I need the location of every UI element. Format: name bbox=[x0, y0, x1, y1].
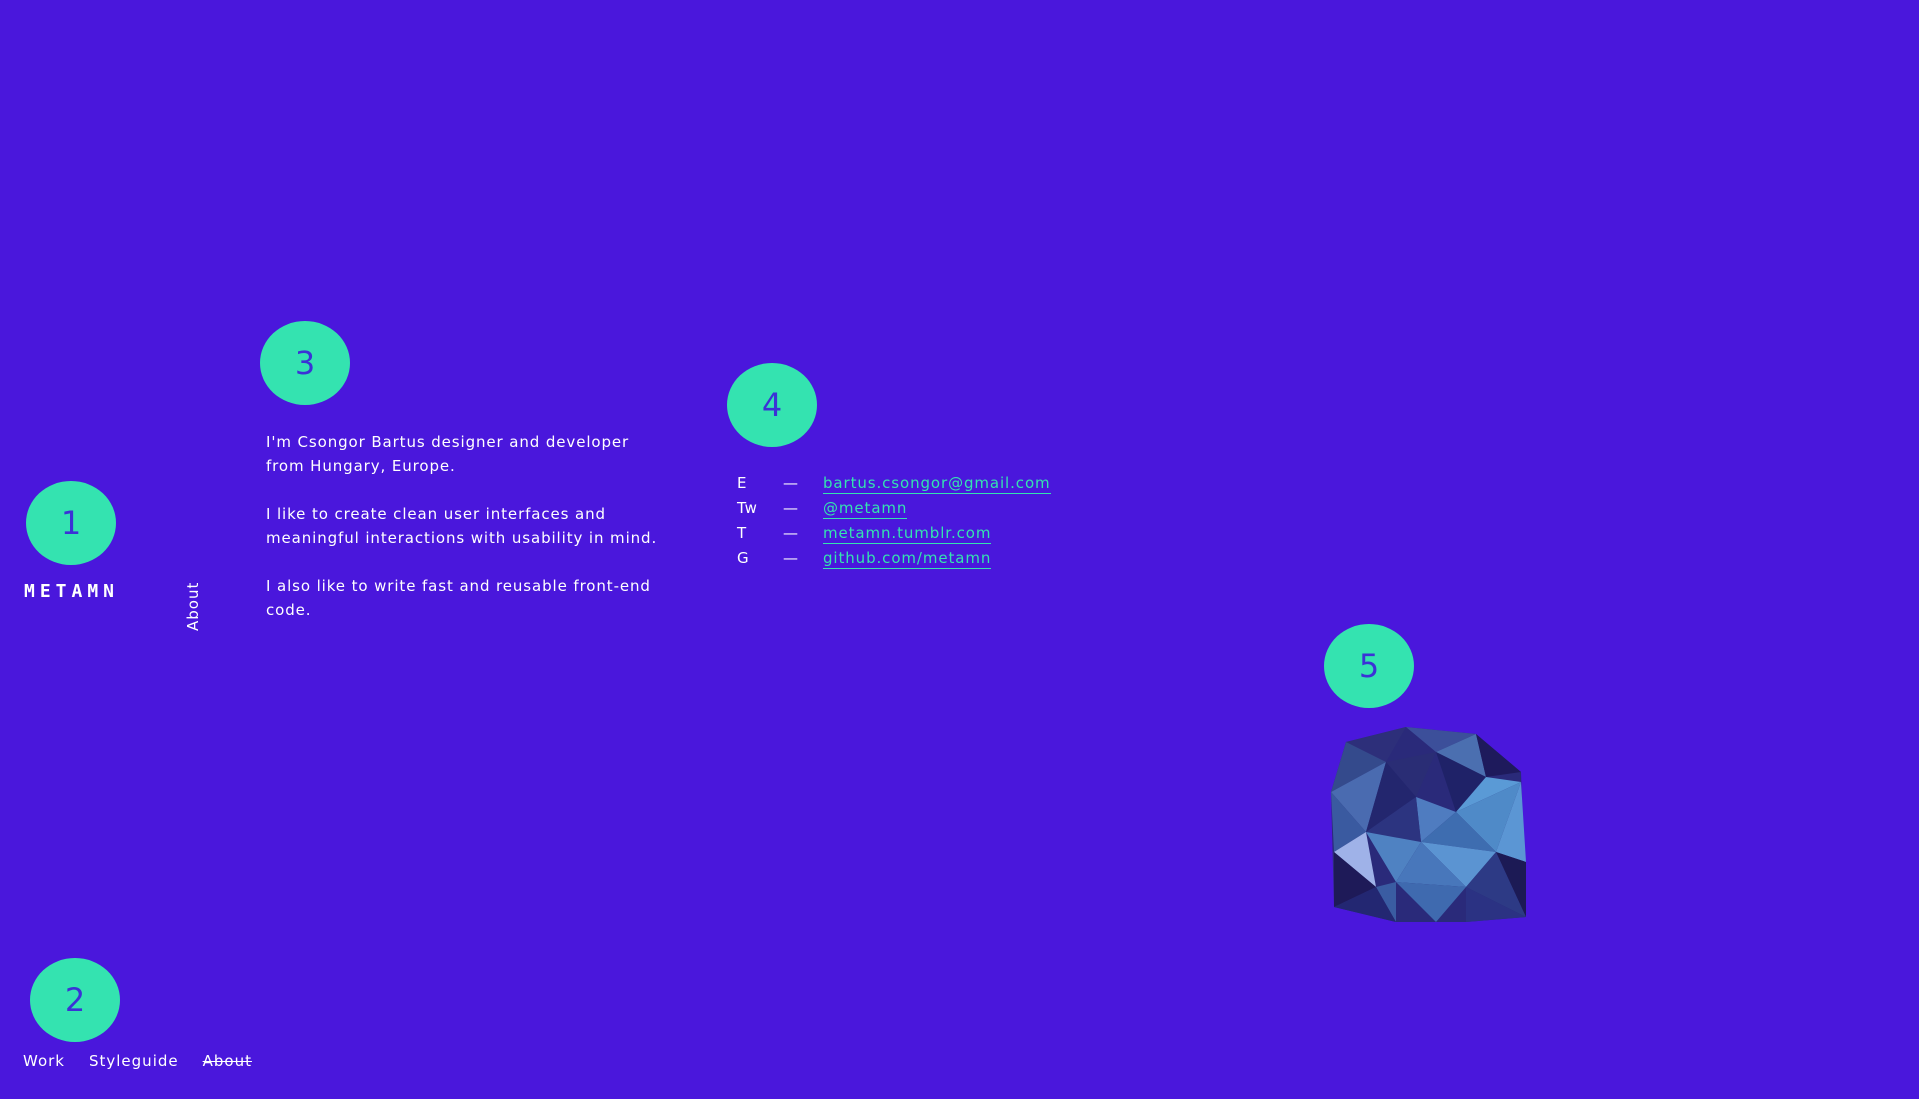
page: 1 METAMN About 3 I'm Csongor Bartus desi… bbox=[0, 0, 1919, 1099]
contact-dash: — bbox=[783, 499, 799, 517]
contact-key: Tw bbox=[737, 499, 758, 517]
bio-text: I'm Csongor Bartus designer and develope… bbox=[266, 430, 671, 646]
number-marker-5: 5 bbox=[1324, 624, 1414, 708]
section-label-about: About bbox=[184, 581, 202, 631]
number-marker-1: 1 bbox=[26, 481, 116, 565]
site-logo[interactable]: METAMN bbox=[24, 581, 119, 602]
bottom-navigation: Work Styleguide About bbox=[23, 1052, 252, 1070]
contact-key: G bbox=[737, 549, 750, 567]
contact-key: T bbox=[737, 524, 748, 542]
polygon-crystal-icon bbox=[1331, 727, 1526, 922]
bio-paragraph-2: I like to create clean user interfaces a… bbox=[266, 505, 658, 547]
nav-link-work[interactable]: Work bbox=[23, 1052, 65, 1070]
number-marker-3: 3 bbox=[260, 321, 350, 405]
contact-dash: — bbox=[783, 549, 799, 567]
number-marker-2: 2 bbox=[30, 958, 120, 1042]
twitter-link[interactable]: @metamn bbox=[823, 499, 908, 519]
number-marker-4: 4 bbox=[727, 363, 817, 447]
github-link[interactable]: github.com/metamn bbox=[823, 549, 992, 569]
contact-key: E bbox=[737, 474, 748, 492]
nav-link-styleguide[interactable]: Styleguide bbox=[89, 1052, 179, 1070]
bio-paragraph-3: I also like to write fast and reusable f… bbox=[266, 577, 651, 619]
contact-dash: — bbox=[783, 474, 799, 492]
contact-row-twitter: Tw — @metamn bbox=[737, 499, 1051, 524]
bio-paragraph-1: I'm Csongor Bartus designer and develope… bbox=[266, 433, 630, 475]
contact-row-tumblr: T — metamn.tumblr.com bbox=[737, 524, 1051, 549]
contact-row-github: G — github.com/metamn bbox=[737, 549, 1051, 574]
contact-dash: — bbox=[783, 524, 799, 542]
contact-row-email: E — bartus.csongor@gmail.com bbox=[737, 474, 1051, 499]
nav-link-about[interactable]: About bbox=[203, 1052, 252, 1070]
contact-list: E — bartus.csongor@gmail.com Tw — @metam… bbox=[737, 474, 1051, 574]
email-link[interactable]: bartus.csongor@gmail.com bbox=[823, 474, 1051, 494]
tumblr-link[interactable]: metamn.tumblr.com bbox=[823, 524, 992, 544]
